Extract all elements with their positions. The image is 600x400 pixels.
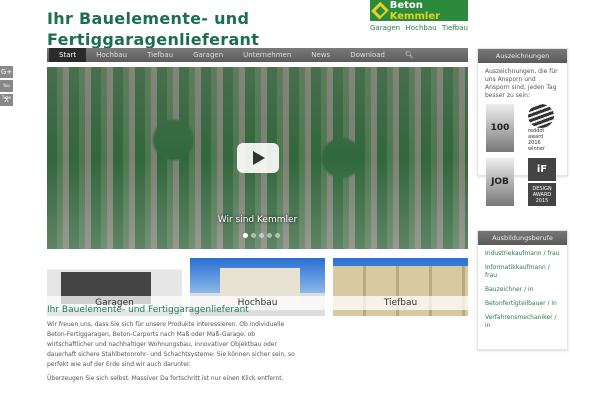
content-heading: Ihr Bauelemente- und Fertiggaragenliefer… (47, 305, 249, 315)
hero-slider[interactable]: Wir sind Kemmler (47, 67, 468, 249)
page-title: Ihr Bauelemente- und Fertiggaragenliefera… (47, 9, 260, 49)
content-body: Wir freuen uns, dass Sie sich für unsere… (47, 321, 295, 382)
nav-hochbau[interactable]: Hochbau (86, 48, 137, 62)
awards-box: Auszeichnungen Auszeichnungen, die für u… (477, 48, 568, 206)
link-tiefbau[interactable]: Tiefbau (442, 24, 468, 32)
topjob-badge: JOB (486, 158, 514, 206)
top-links: Garagen Hochbau Tiefbau (370, 24, 468, 32)
training-item[interactable]: Industriekaufmann / frau (485, 250, 560, 258)
main-nav: Start Hochbau Tiefbau Garagen Unternehme… (47, 48, 468, 62)
google-plus-icon[interactable]: G+ (0, 66, 13, 78)
nav-unternehmen[interactable]: Unternehmen (233, 48, 301, 62)
awards-title: Auszeichnungen (478, 49, 567, 63)
top100-badge: 100 (486, 104, 514, 152)
slide-dot[interactable] (267, 233, 272, 238)
social-bar: G+ You Tube X (0, 66, 13, 108)
slider-dots (243, 233, 280, 238)
training-title: Ausbildungsberufe (478, 231, 567, 245)
slide-dot[interactable] (275, 233, 280, 238)
nav-start[interactable]: Start (49, 48, 87, 62)
awards-text: Auszeichnungen, die für uns Ansporn und … (485, 68, 558, 99)
youtube-icon[interactable]: You Tube (0, 80, 13, 100)
logo[interactable]: Beton Kemmler (370, 0, 468, 22)
hero-caption: Wir sind Kemmler (217, 215, 298, 225)
nav-download[interactable]: Download (340, 48, 395, 62)
link-garagen[interactable]: Garagen (370, 24, 400, 32)
slide-dot[interactable] (251, 233, 256, 238)
nav-tiefbau[interactable]: Tiefbau (137, 48, 183, 62)
nav-news[interactable]: News (301, 48, 340, 62)
link-hochbau[interactable]: Hochbau (406, 24, 437, 32)
logo-mark-icon (371, 1, 389, 20)
nav-garagen[interactable]: Garagen (183, 48, 233, 62)
tile-tiefbau[interactable]: Tiefbau (333, 258, 468, 316)
slide-dot[interactable] (259, 233, 264, 238)
training-box: Ausbildungsberufe Industriekaufmann / fr… (477, 230, 568, 350)
reddot-icon (528, 104, 554, 128)
training-item[interactable]: Bauzeichner / in (485, 286, 560, 294)
play-icon[interactable] (237, 143, 279, 173)
training-item[interactable]: Informatikkaufmann / frau (485, 264, 560, 280)
training-item[interactable]: Betonfertigteilbauer / in (485, 300, 560, 308)
search-icon[interactable]: 🔍︎ (395, 48, 424, 62)
slide-dot[interactable] (243, 233, 248, 238)
if-award-badge: iF DESIGN AWARD 2015 (528, 158, 556, 206)
training-item[interactable]: Verfahrensmechaniker / in (485, 314, 560, 330)
